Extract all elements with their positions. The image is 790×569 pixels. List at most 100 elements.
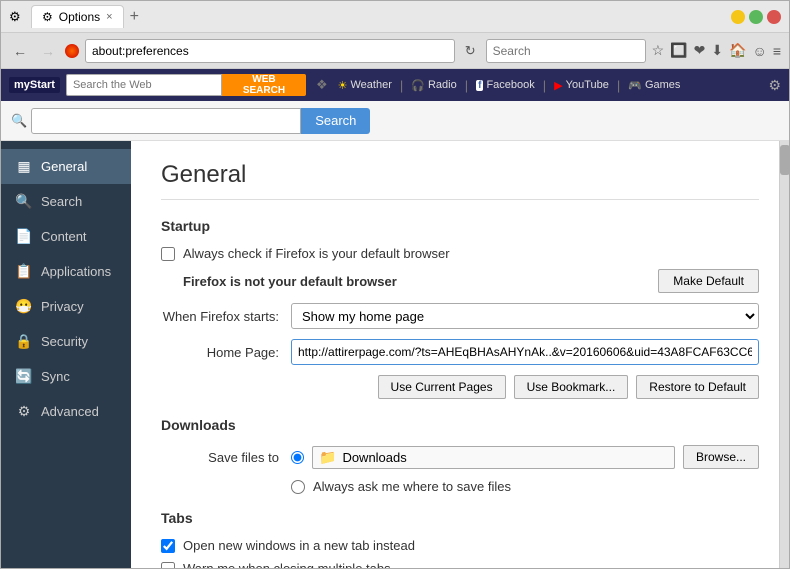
toolbar-search-input[interactable] [66,74,222,96]
search-icon: 🔍 [15,193,33,210]
always-ask-label: Always ask me where to save files [313,479,511,494]
sidebar-item-label-search: Search [41,194,82,209]
facebook-label: Facebook [486,79,534,91]
tab-icon-gear: ⚙ [42,10,53,24]
always-check-checkbox[interactable] [161,247,175,261]
home-page-control [291,339,759,365]
window-controls [731,10,781,24]
pocket-icon[interactable]: 🔲 [670,42,687,59]
sidebar-item-general[interactable]: ▦ General [1,149,131,184]
new-tab-button[interactable]: + [130,8,139,26]
facebook-icon: f [476,80,483,91]
sidebar-item-content[interactable]: 📄 Content [1,219,131,254]
profile-icon[interactable]: ☺ [753,43,767,59]
always-check-label: Always check if Firefox is your default … [183,246,450,261]
nav-search-input[interactable] [486,39,646,63]
sidebar-item-label-advanced: Advanced [41,404,99,419]
sidebar-item-label-security: Security [41,334,88,349]
reload-button[interactable]: ↻ [461,41,480,61]
sidebar-item-advanced[interactable]: ⚙ Advanced [1,394,131,429]
tab-icon: ⚙ [9,9,25,25]
weather-label: Weather [351,79,392,91]
facebook-link[interactable]: f Facebook [476,79,535,91]
when-starts-label: When Firefox starts: [161,309,291,324]
sidebar-item-sync[interactable]: 🔄 Sync [1,359,131,394]
title-divider [161,199,759,200]
page-search-button[interactable]: Search [301,108,370,134]
toolbar-settings-icon[interactable]: ⚙ [768,77,781,94]
always-ask-radio[interactable] [291,480,305,494]
sidebar-item-privacy[interactable]: 😷 Privacy [1,289,131,324]
maximize-button[interactable] [749,10,763,24]
page-search-input[interactable] [31,108,301,134]
games-icon: 🎮 [628,79,642,92]
headphones-icon: 🎧 [411,79,425,92]
warn-closing-label: Warn me when closing multiple tabs [183,561,391,568]
sidebar-item-label-general: General [41,159,87,174]
home-page-input[interactable] [291,339,759,365]
use-bookmark-button[interactable]: Use Bookmark... [514,375,629,399]
when-starts-select[interactable]: Show my home page [291,303,759,329]
web-search-button[interactable]: WEB SEARCH [222,74,306,96]
sidebar: ▦ General 🔍 Search 📄 Content 📋 Applicati… [1,141,131,568]
bookmark-icon[interactable]: ☆ [652,42,665,59]
warn-closing-checkbox[interactable] [161,562,175,569]
games-label: Games [645,79,680,91]
sidebar-item-applications[interactable]: 📋 Applications [1,254,131,289]
toolbar-search: WEB SEARCH [66,74,306,96]
folder-icon: 📁 [319,449,336,466]
weather-link[interactable]: ☀ Weather [338,79,392,92]
scrollbar[interactable] [779,141,789,568]
radio-link[interactable]: 🎧 Radio [411,79,456,92]
make-default-button[interactable]: Make Default [658,269,759,293]
open-new-windows-checkbox[interactable] [161,539,175,553]
home-page-row: Home Page: [161,339,759,365]
radio-label: Radio [428,79,457,91]
back-button[interactable]: ← [9,41,31,61]
minimize-button[interactable] [731,10,745,24]
save-files-row: Save files to 📁 Downloads Browse... [161,445,759,469]
sidebar-item-label-content: Content [41,229,87,244]
active-tab[interactable]: ⚙ Options × [31,5,124,28]
menu-icon[interactable]: ≡ [773,43,781,59]
startup-btn-row: Use Current Pages Use Bookmark... Restor… [161,375,759,399]
home-page-label: Home Page: [161,345,291,360]
open-new-windows-row: Open new windows in a new tab instead [161,538,759,553]
browser-window: ⚙ ⚙ Options × + ← → ↻ ☆ 🔲 ❤ [0,0,790,569]
save-files-control: 📁 Downloads Browse... [291,445,759,469]
general-icon: ▦ [15,158,33,175]
advanced-icon: ⚙ [15,403,33,420]
forward-button[interactable]: → [37,41,59,61]
use-current-pages-button[interactable]: Use Current Pages [378,375,506,399]
save-files-radio[interactable] [291,451,304,464]
sidebar-item-search[interactable]: 🔍 Search [1,184,131,219]
downloads-section: Downloads Save files to 📁 Downloads Brow… [161,417,759,494]
always-check-row: Always check if Firefox is your default … [161,246,759,261]
youtube-link[interactable]: ▶ YouTube [554,79,609,92]
restore-default-button[interactable]: Restore to Default [636,375,759,399]
home-icon[interactable]: 🏠 [729,42,746,59]
sidebar-item-security[interactable]: 🔒 Security [1,324,131,359]
download-icon[interactable]: ⬇ [711,42,723,59]
startup-section: Startup Always check if Firefox is your … [161,218,759,399]
mystart-logo[interactable]: myStart [9,77,60,93]
sidebar-item-label-applications: Applications [41,264,111,279]
url-bar[interactable] [85,39,455,63]
tab-label: Options [59,10,100,24]
tab-close-button[interactable]: × [106,11,112,23]
scrollbar-thumb[interactable] [780,145,789,175]
security-icon: 🔒 [15,333,33,350]
applications-icon: 📋 [15,263,33,280]
downloads-path-label: Downloads [342,450,406,465]
privacy-icon: 😷 [15,298,33,315]
toolbar-separator: ❖ [316,77,328,93]
warn-closing-row: Warn me when closing multiple tabs [161,561,759,568]
browse-button[interactable]: Browse... [683,445,759,469]
close-button[interactable] [767,10,781,24]
games-link[interactable]: 🎮 Games [628,79,680,92]
tabs-section: Tabs Open new windows in a new tab inste… [161,510,759,568]
youtube-label: YouTube [566,79,609,91]
page-search-row: 🔍 Search [1,101,789,141]
open-new-windows-label: Open new windows in a new tab instead [183,538,415,553]
heart-icon[interactable]: ❤ [694,42,706,59]
